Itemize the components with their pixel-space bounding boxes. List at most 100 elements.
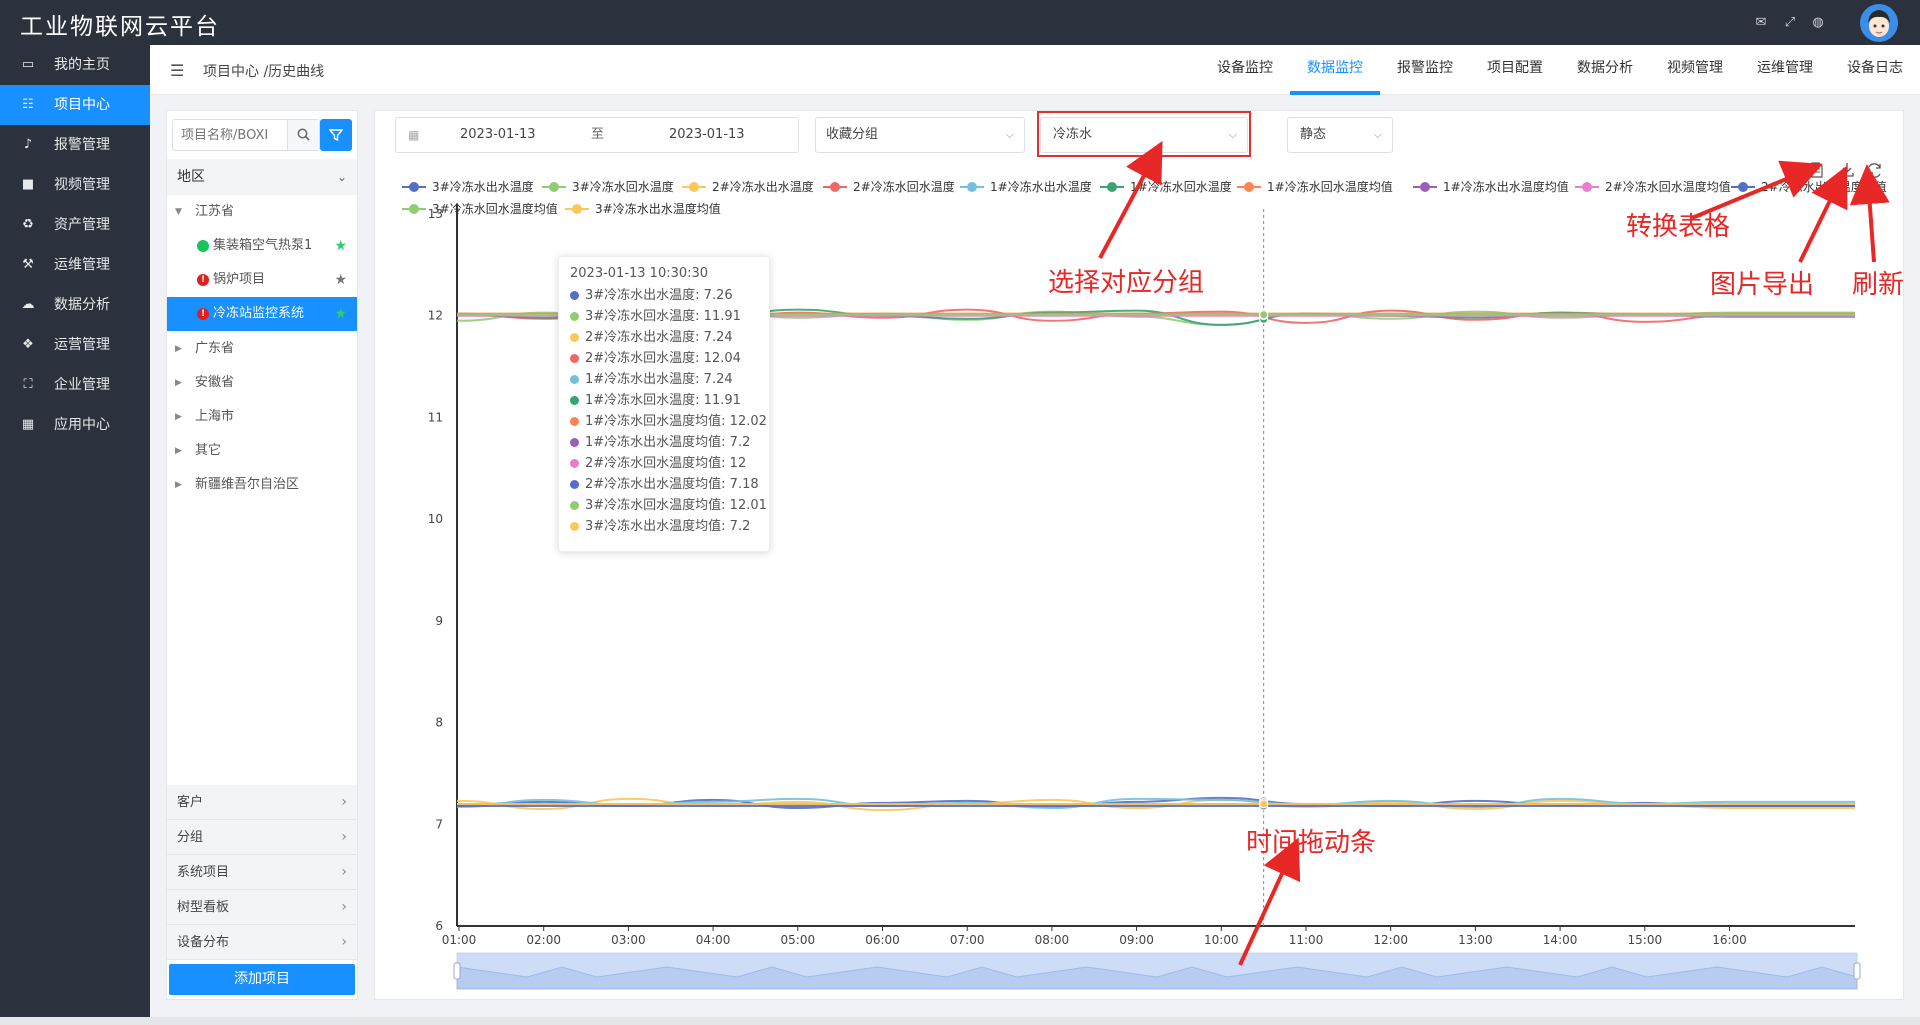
x-tick-label: 01:00 bbox=[442, 933, 477, 947]
y-tick-label: 9 bbox=[435, 614, 443, 628]
tooltip-row-label: 1#冷冻水出水温度: 7.24 bbox=[585, 372, 733, 387]
legend-label: 3#冷冻水回水温度均值 bbox=[432, 201, 558, 216]
legend-label: 3#冷冻水回水温度 bbox=[572, 179, 674, 194]
accordion-item[interactable]: 树型看板 › bbox=[167, 890, 357, 925]
star-icon[interactable]: ★ bbox=[334, 229, 347, 263]
tree-node-label: 安徽省 bbox=[195, 375, 235, 390]
sidebar-item-2[interactable]: ♪ 报警管理 bbox=[0, 125, 150, 165]
sidebar-item-label: 数据分析 bbox=[54, 297, 110, 313]
tree-node[interactable]: ! ★ 冷冻站监控系统 bbox=[167, 297, 357, 331]
legend-marker bbox=[967, 182, 977, 192]
sidebar-item-8[interactable]: ⛶ 企业管理 bbox=[0, 365, 150, 405]
sidebar-item-5[interactable]: ⚒ 运维管理 bbox=[0, 245, 150, 285]
tooltip-row: 2#冷冻水出水温度均值: 7.18 bbox=[570, 474, 759, 495]
tree-node[interactable]: ▶ 上海市 bbox=[167, 400, 357, 434]
legend-item[interactable]: 2#冷冻水回水温度均值 bbox=[1575, 179, 1731, 194]
add-project-button[interactable]: 添加项目 bbox=[169, 964, 355, 995]
legend-item[interactable]: 2#冷冻水出水温度均值 bbox=[1731, 179, 1887, 194]
tab-5[interactable]: 视频管理 bbox=[1650, 45, 1740, 95]
time-slider[interactable] bbox=[453, 952, 1861, 990]
sidebar-item-0[interactable]: ▭ 我的主页 bbox=[0, 45, 150, 85]
accordion-item[interactable]: 设备分布 › bbox=[167, 925, 357, 960]
sidebar-item-1[interactable]: ☷ 项目中心 bbox=[0, 85, 150, 125]
legend-item[interactable]: 1#冷冻水回水温度 bbox=[1100, 179, 1232, 194]
legend-item[interactable]: 2#冷冻水出水温度 bbox=[682, 179, 814, 194]
tab-1[interactable]: 数据监控 bbox=[1290, 45, 1380, 95]
alarm-status-icon: ! bbox=[197, 274, 209, 286]
legend-item[interactable]: 1#冷冻水回水温度均值 bbox=[1237, 179, 1393, 194]
tree-node[interactable]: ! ★ 锅炉项目 bbox=[167, 263, 357, 297]
tree-node[interactable]: ▶ 广东省 bbox=[167, 332, 357, 366]
avatar[interactable] bbox=[1860, 4, 1898, 42]
menu-toggle-icon[interactable]: ☰ bbox=[170, 61, 184, 80]
legend-item[interactable]: 3#冷冻水回水温度 bbox=[542, 179, 674, 194]
mail-icon[interactable]: ✉ bbox=[1752, 14, 1770, 32]
x-axis: 01:00 02:00 03:00 04:00 05:00 06:00 07:00 08:00… bbox=[442, 925, 1855, 947]
globe-icon[interactable]: ◍ bbox=[1809, 14, 1827, 32]
tab-6[interactable]: 运维管理 bbox=[1740, 45, 1830, 95]
tree-node[interactable]: ★ 集装箱空气热泵1 bbox=[167, 229, 357, 263]
bottom-scrollbar[interactable] bbox=[0, 1017, 1920, 1025]
x-tick-label: 05:00 bbox=[781, 933, 816, 947]
legend-item[interactable]: 3#冷冻水出水温度均值 bbox=[565, 201, 721, 216]
series-color-dot bbox=[570, 522, 579, 531]
tree-node-label: 上海市 bbox=[195, 409, 235, 424]
legend-marker bbox=[572, 204, 582, 214]
caret-down-icon[interactable]: ▼ bbox=[175, 195, 182, 229]
caret-right-icon[interactable]: ▶ bbox=[175, 434, 182, 468]
chevron-right-icon: › bbox=[341, 899, 347, 915]
fullscreen-icon[interactable]: ⤢ bbox=[1781, 14, 1799, 32]
tab-7[interactable]: 设备日志 bbox=[1830, 45, 1920, 95]
tooltip-row: 1#冷冻水回水温度: 11.91 bbox=[570, 390, 758, 411]
tree-node[interactable]: ▶ 其它 bbox=[167, 434, 357, 468]
sitemap-icon: ⛶ bbox=[23, 377, 33, 392]
legend-item[interactable]: 2#冷冻水回水温度 bbox=[823, 179, 955, 194]
caret-right-icon[interactable]: ▶ bbox=[175, 332, 182, 366]
video-camera-icon: ■ bbox=[21, 177, 35, 192]
legend-label: 1#冷冻水出水温度均值 bbox=[1443, 179, 1569, 194]
history-line-chart[interactable]: 3#冷冻水出水温度 3#冷冻水回水温度 2#冷冻水出水温度 2#冷冻水回水温度 1#冷冻… bbox=[375, 111, 1903, 999]
cubes-icon: ❖ bbox=[22, 337, 34, 352]
cloud-icon: ☁ bbox=[21, 297, 35, 312]
tree-node[interactable]: ▼ 江苏省 bbox=[167, 195, 357, 229]
legend-item[interactable]: 3#冷冻水回水温度均值 bbox=[402, 201, 558, 216]
legend-marker bbox=[1244, 182, 1254, 192]
star-icon[interactable]: ★ bbox=[334, 263, 347, 297]
search-icon[interactable] bbox=[287, 120, 319, 150]
tab-0[interactable]: 设备监控 bbox=[1200, 45, 1290, 95]
legend-item[interactable]: 1#冷冻水出水温度均值 bbox=[1413, 179, 1569, 194]
slider-handle-left[interactable] bbox=[453, 962, 461, 980]
sidebar-item-7[interactable]: ❖ 运营管理 bbox=[0, 325, 150, 365]
y-tick-label: 8 bbox=[435, 716, 443, 730]
filter-button[interactable] bbox=[320, 119, 352, 151]
chevron-right-icon: › bbox=[341, 934, 347, 950]
search-input[interactable] bbox=[173, 120, 283, 150]
accordion-item[interactable]: 分组 › bbox=[167, 820, 357, 855]
accordion-item[interactable]: 系统项目 › bbox=[167, 855, 357, 890]
tree-node[interactable]: ▶ 新疆维吾尔自治区 bbox=[167, 468, 357, 502]
tab-2[interactable]: 报警监控 bbox=[1380, 45, 1470, 95]
accordion-item[interactable]: 客户 › bbox=[167, 785, 357, 820]
sidebar-item-label: 我的主页 bbox=[54, 57, 110, 73]
star-icon[interactable]: ★ bbox=[334, 297, 347, 331]
legend-marker bbox=[689, 182, 699, 192]
tree-node[interactable]: ▶ 安徽省 bbox=[167, 366, 357, 400]
sidebar-item-6[interactable]: ☁ 数据分析 bbox=[0, 285, 150, 325]
slider-window[interactable] bbox=[457, 953, 1857, 989]
y-tick-label: 13 bbox=[428, 207, 443, 221]
slider-handle-right[interactable] bbox=[1853, 962, 1861, 980]
legend-item[interactable]: 1#冷冻水出水温度 bbox=[960, 179, 1092, 194]
sidebar-item-4[interactable]: ♻ 资产管理 bbox=[0, 205, 150, 245]
legend-item[interactable]: 3#冷冻水出水温度 bbox=[402, 179, 534, 194]
sidebar-item-9[interactable]: ▦ 应用中心 bbox=[0, 405, 150, 445]
tooltip-row-label: 2#冷冻水出水温度: 7.24 bbox=[585, 330, 733, 345]
tab-3[interactable]: 项目配置 bbox=[1470, 45, 1560, 95]
caret-right-icon[interactable]: ▶ bbox=[175, 468, 182, 502]
caret-right-icon[interactable]: ▶ bbox=[175, 366, 182, 400]
tab-4[interactable]: 数据分析 bbox=[1560, 45, 1650, 95]
sidebar-item-3[interactable]: ■ 视频管理 bbox=[0, 165, 150, 205]
caret-right-icon[interactable]: ▶ bbox=[175, 400, 182, 434]
tree-node-label: 集装箱空气热泵1 bbox=[213, 238, 313, 253]
legend-marker bbox=[409, 204, 419, 214]
region-header[interactable]: 地区 ⌄ bbox=[167, 159, 357, 195]
